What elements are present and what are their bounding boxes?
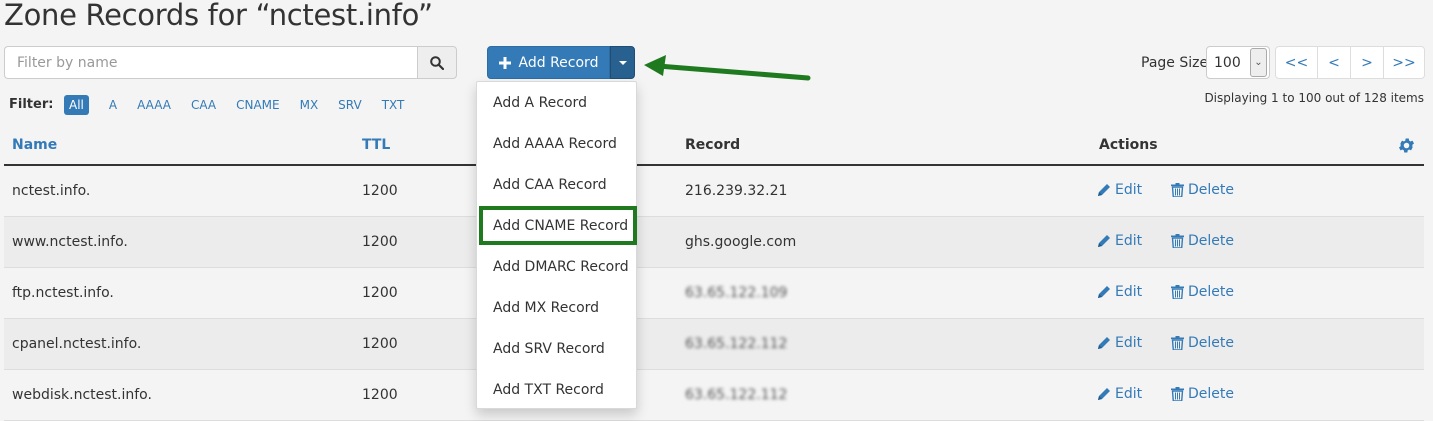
filter-srv[interactable]: SRV (338, 98, 362, 112)
record-value: 63.65.122.109 (685, 285, 788, 301)
edit-label: Edit (1115, 386, 1143, 402)
menu-item-add-srv[interactable]: Add SRV Record (493, 341, 605, 357)
edit-button[interactable]: Edit (1097, 233, 1142, 249)
chevron-down-icon: ⌄ (1250, 48, 1267, 77)
filter-cname[interactable]: CNAME (236, 98, 280, 112)
search-group (4, 46, 457, 79)
annotation-arrow (644, 55, 811, 81)
edit-button[interactable]: Edit (1097, 284, 1142, 300)
delete-button[interactable]: Delete (1171, 386, 1234, 402)
next-page-button[interactable]: > (1350, 46, 1384, 79)
record-ttl: 1200 (362, 285, 398, 301)
record-value: 216.239.32.21 (685, 183, 788, 199)
plus-icon (498, 56, 511, 69)
column-header-ttl[interactable]: TTL (362, 137, 390, 153)
pencil-icon (1098, 235, 1110, 247)
filter-a[interactable]: A (109, 98, 117, 112)
caret-down-icon (618, 60, 627, 65)
delete-button[interactable]: Delete (1171, 233, 1234, 249)
last-page-button[interactable]: >> (1383, 46, 1425, 79)
add-record-label: Add Record (518, 54, 599, 71)
column-header-record: Record (685, 137, 741, 153)
search-icon (430, 55, 444, 70)
trash-icon (1171, 387, 1184, 401)
delete-button[interactable]: Delete (1171, 335, 1234, 351)
filter-types: All A AAAA CAA CNAME MX SRV TXT (64, 95, 424, 115)
record-value: 63.65.122.112 (685, 387, 788, 403)
pencil-icon (1098, 337, 1110, 349)
edit-button[interactable]: Edit (1097, 335, 1142, 351)
trash-icon (1171, 183, 1184, 197)
add-record-button[interactable]: Add Record (487, 46, 610, 79)
pencil-icon (1098, 388, 1110, 400)
record-name: webdisk.nctest.info. (12, 387, 152, 403)
gear-icon[interactable] (1397, 136, 1416, 155)
page-size-label: Page Size (1141, 55, 1209, 71)
prev-page-button[interactable]: < (1317, 46, 1351, 79)
filter-mx[interactable]: MX (300, 98, 319, 112)
table-row: www.nctest.info. 1200 ghs.google.com Edit De… (4, 217, 1424, 268)
items-count-text: Displaying 1 to 100 out of 128 items (1204, 91, 1424, 105)
record-value: ghs.google.com (685, 234, 797, 250)
menu-item-add-caa[interactable]: Add CAA Record (493, 177, 607, 193)
table-row: nctest.info. 1200 216.239.32.21 Edit Delete (4, 166, 1424, 217)
edit-button[interactable]: Edit (1097, 386, 1142, 402)
trash-icon (1171, 285, 1184, 299)
delete-button[interactable]: Delete (1171, 284, 1234, 300)
edit-label: Edit (1115, 233, 1143, 249)
delete-label: Delete (1188, 335, 1234, 351)
trash-icon (1171, 234, 1184, 248)
record-ttl: 1200 (362, 336, 398, 352)
filter-aaaa[interactable]: AAAA (137, 98, 171, 112)
filter-label: Filter: (9, 97, 54, 112)
table-row: ftp.nctest.info. 1200 63.65.122.109 Edit Del… (4, 268, 1424, 319)
menu-item-add-dmarc[interactable]: Add DMARC Record (493, 259, 629, 275)
filter-caa[interactable]: CAA (191, 98, 216, 112)
record-name: cpanel.nctest.info. (12, 336, 142, 352)
delete-button[interactable]: Delete (1171, 182, 1234, 198)
delete-label: Delete (1188, 386, 1234, 402)
pagination: << < > >> (1275, 46, 1425, 79)
filter-all[interactable]: All (64, 95, 89, 115)
record-name: nctest.info. (12, 183, 91, 199)
record-ttl: 1200 (362, 183, 398, 199)
search-input[interactable] (4, 46, 417, 79)
delete-label: Delete (1188, 284, 1234, 300)
menu-item-add-aaaa[interactable]: Add AAAA Record (493, 136, 617, 152)
edit-label: Edit (1115, 284, 1143, 300)
table-row: cpanel.nctest.info. 1200 63.65.122.112 Edit… (4, 319, 1424, 370)
add-record-menu: Add A Record Add AAAA Record Add CAA Rec… (476, 81, 637, 409)
edit-label: Edit (1115, 335, 1143, 351)
record-name: www.nctest.info. (12, 234, 128, 250)
delete-label: Delete (1188, 233, 1234, 249)
page-title: Zone Records for “nctest.info” (4, 0, 433, 32)
record-ttl: 1200 (362, 387, 398, 403)
record-name: ftp.nctest.info. (12, 285, 114, 301)
trash-icon (1171, 336, 1184, 350)
add-record-dropdown-toggle[interactable] (610, 46, 635, 79)
record-ttl: 1200 (362, 234, 398, 250)
edit-button[interactable]: Edit (1097, 182, 1142, 198)
pencil-icon (1098, 184, 1110, 196)
menu-item-add-mx[interactable]: Add MX Record (493, 300, 599, 316)
menu-item-add-txt[interactable]: Add TXT Record (493, 382, 604, 398)
delete-label: Delete (1188, 182, 1234, 198)
table-row: webdisk.nctest.info. 1200 63.65.122.112 Edi… (4, 370, 1424, 421)
menu-item-add-cname[interactable]: Add CNAME Record (493, 218, 628, 234)
first-page-button[interactable]: << (1275, 46, 1318, 79)
menu-item-add-a[interactable]: Add A Record (493, 95, 587, 111)
edit-label: Edit (1115, 182, 1143, 198)
pencil-icon (1098, 286, 1110, 298)
page-size-select[interactable]: 100 ⌄ (1206, 46, 1270, 79)
record-value: 63.65.122.112 (685, 336, 788, 352)
column-header-actions: Actions (1099, 137, 1158, 153)
search-button[interactable] (417, 46, 457, 79)
page-size-value: 100 (1214, 54, 1241, 71)
filter-txt[interactable]: TXT (382, 98, 405, 112)
column-header-name[interactable]: Name (12, 137, 57, 153)
